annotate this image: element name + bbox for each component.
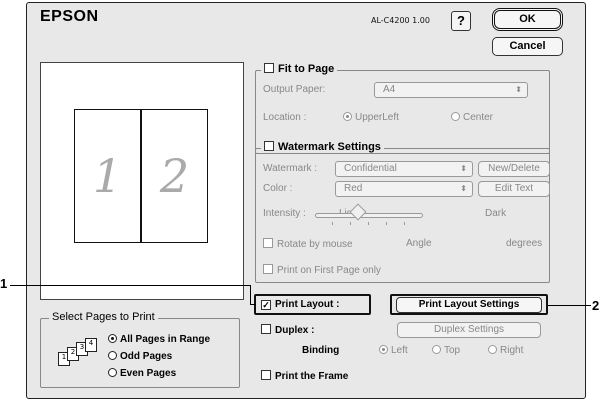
slider-tick [332,222,333,225]
output-paper-label: Output Paper: [263,84,326,95]
duplex-settings-button[interactable]: Duplex Settings [397,322,541,338]
odd-pages-label: Odd Pages [120,351,173,362]
degrees-label: degrees [506,238,543,249]
output-paper-value: A4 [383,84,396,95]
fit-to-page-label: Fit to Page [278,63,335,75]
print-frame-box[interactable] [261,370,271,380]
page-icon: 4 [85,338,97,352]
callout-1-line [250,304,256,305]
layout-preview: 1 2 [40,62,244,300]
location-label: Location : [263,112,307,123]
radio-icon [108,368,117,377]
print-frame-label: Print the Frame [275,371,349,382]
edit-text-button[interactable]: Edit Text [478,181,550,197]
all-pages-radio[interactable]: All Pages in Range [108,334,210,345]
radio-selected-icon [343,112,352,121]
duplex-box[interactable] [261,324,271,334]
popup-arrow-icon: ⬍ [460,184,467,193]
duplex-checkbox[interactable]: Duplex : [261,324,314,336]
slider-tick [386,222,387,225]
slider-tick [404,222,405,225]
first-page-box[interactable] [263,264,273,274]
slider-tick [368,222,369,225]
first-page-only-checkbox[interactable]: Print on First Page only [263,264,381,276]
rotate-box[interactable] [263,238,273,248]
epson-logo: EPSON [40,8,99,25]
print-layout-label: Print Layout : [275,299,340,310]
callout-1: 1 [0,276,8,291]
binding-label: Binding [302,345,340,356]
cancel-button[interactable]: Cancel [492,37,563,56]
all-pages-label: All Pages in Range [120,334,211,345]
print-layout-settings-button[interactable]: Print Layout Settings [396,297,542,313]
print-layout-box[interactable]: ✓ [261,300,271,310]
print-layout-checkbox[interactable]: ✓ Print Layout : [261,299,339,310]
callout-2: 2 [592,298,600,313]
driver-version: AL-C4200 1.00 [371,16,430,25]
color-value: Red [344,183,363,194]
watermark-settings-label: Watermark Settings [278,141,381,153]
callout-1-line [10,285,250,286]
center-label: Center [463,112,494,123]
intensity-dark-label: Dark [485,208,507,219]
fit-to-page-checkbox[interactable]: Fit to Page [261,63,338,75]
even-pages-label: Even Pages [120,368,177,379]
first-page-label: Print on First Page only [277,265,381,276]
rotate-label: Rotate by mouse [277,239,353,250]
even-pages-radio[interactable]: Even Pages [108,368,176,379]
preview-page-1: 1 [74,109,141,243]
watermark-box[interactable] [264,141,274,151]
watermark-select[interactable]: Confidential ⬍ [335,161,473,177]
popup-arrow-icon: ⬍ [515,85,522,94]
radio-icon [488,345,497,354]
binding-left-radio[interactable]: Left [379,345,408,356]
binding-right-label: Right [500,345,524,356]
binding-right-radio[interactable]: Right [488,345,523,356]
fit-to-page-box[interactable] [264,63,274,73]
watermark-label: Watermark : [263,163,318,174]
radio-selected-icon [108,334,117,343]
new-delete-button[interactable]: New/Delete [478,161,550,177]
color-select[interactable]: Red ⬍ [335,181,473,197]
binding-top-radio[interactable]: Top [432,345,460,356]
intensity-label: Intensity : [263,208,306,219]
help-button[interactable]: ? [451,11,471,31]
print-frame-checkbox[interactable]: Print the Frame [261,370,348,382]
slider-tick [350,222,351,225]
radio-icon [451,112,460,121]
watermark-value: Confidential [344,163,397,174]
pages-stack-icon: 1 2 3 4 [58,338,106,370]
rotate-by-mouse-checkbox[interactable]: Rotate by mouse [263,238,353,250]
ok-button[interactable]: OK [492,8,563,31]
callout-2-line [548,305,591,306]
angle-label: Angle [406,238,432,249]
radio-icon [432,345,441,354]
output-paper-select[interactable]: A4 ⬍ [374,82,528,98]
color-label: Color : [263,183,293,194]
location-upperleft-radio[interactable]: UpperLeft [343,112,399,123]
radio-icon [108,351,117,360]
binding-top-label: Top [444,345,461,356]
intensity-slider-track[interactable] [315,213,423,218]
duplex-label: Duplex : [275,325,315,336]
popup-arrow-icon: ⬍ [460,164,467,173]
location-center-radio[interactable]: Center [451,112,493,123]
select-pages-title: Select Pages to Print [49,311,158,323]
odd-pages-radio[interactable]: Odd Pages [108,351,172,362]
callout-1-line [250,285,251,305]
upperleft-label: UpperLeft [355,112,399,123]
radio-selected-icon [379,345,388,354]
watermark-checkbox[interactable]: Watermark Settings [261,141,384,153]
preview-page-2: 2 [141,109,208,243]
binding-left-label: Left [391,345,408,356]
